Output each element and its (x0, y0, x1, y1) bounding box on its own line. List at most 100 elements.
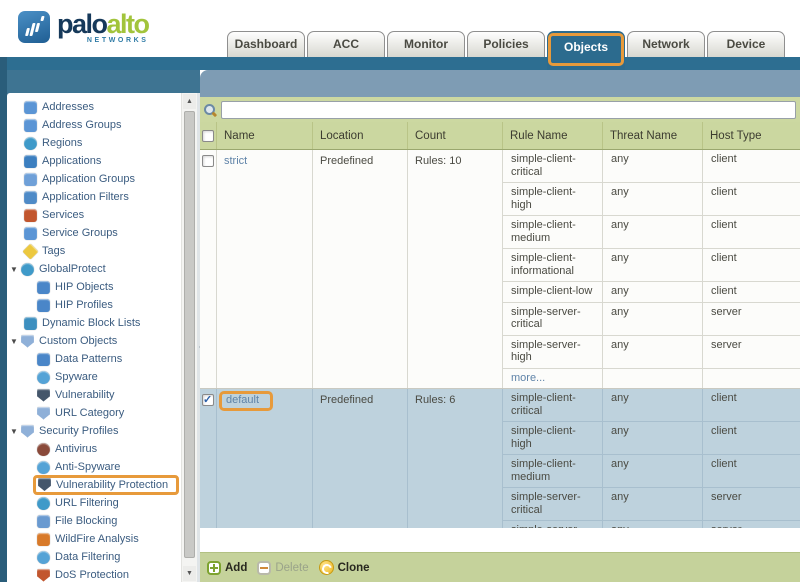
sidebar-item-antivirus[interactable]: Antivirus (7, 440, 181, 458)
sidebar-item-dynamic-block-lists[interactable]: Dynamic Block Lists (7, 314, 181, 332)
sidebar-item-application-filters[interactable]: Application Filters (7, 188, 181, 206)
tree-expander-icon[interactable] (10, 265, 21, 274)
tree-expander-icon[interactable] (10, 427, 21, 436)
sidebar-item-wildfire-analysis[interactable]: WildFire Analysis (7, 530, 181, 548)
sidebar-item-data-patterns[interactable]: Data Patterns (7, 350, 181, 368)
add-button[interactable]: Add (207, 561, 247, 575)
sidebar-item-vulnerability-protection[interactable]: Vulnerability Protection (7, 476, 181, 494)
tab-monitor[interactable]: Monitor (387, 31, 465, 57)
host-type-cell: server (703, 521, 800, 528)
scrollbar-thumb[interactable] (184, 111, 195, 558)
column-header-host-type[interactable]: Host Type (703, 122, 800, 149)
tree-item-label: Custom Objects (39, 335, 117, 347)
profile-name-link[interactable]: strict (224, 155, 247, 167)
host-type-cell: client (703, 150, 800, 182)
tab-dashboard[interactable]: Dashboard (227, 31, 305, 57)
content-panel: Name Location Count Rule Name Threat Nam… (200, 70, 800, 582)
profile-count-cell: Rules: 10 (408, 150, 503, 388)
tree-item-label: GlobalProtect (39, 263, 106, 275)
tree-item-label: WildFire Analysis (55, 533, 139, 545)
sidebar-item-applications[interactable]: Applications (7, 152, 181, 170)
profile-row[interactable]: strict Predefined Rules: 10 simple-clien… (200, 150, 800, 389)
scroll-up-arrow-icon[interactable]: ▲ (183, 94, 196, 109)
profile-name-link[interactable]: default (226, 394, 259, 406)
rule-name-cell: simple-server-high (503, 521, 603, 528)
column-header-rule-name[interactable]: Rule Name (503, 122, 603, 149)
tree-item-label: Spyware (55, 371, 98, 383)
app-body: Addresses Address Groups Regions Applica… (0, 70, 800, 582)
sidebar-item-spyware[interactable]: Spyware (7, 368, 181, 386)
host-type-cell: server (703, 336, 800, 368)
sidebar-item-tags[interactable]: Tags (7, 242, 181, 260)
sidebar-item-custom-objects[interactable]: Custom Objects (7, 332, 181, 350)
row-checkbox[interactable] (202, 155, 214, 167)
threat-name-cell: any (603, 303, 703, 335)
sidebar-item-hip-profiles[interactable]: HIP Profiles (7, 296, 181, 314)
clone-button-label: Clone (338, 562, 370, 574)
profile-row[interactable]: default Predefined Rules: 6 simple-clien… (200, 389, 800, 528)
table-header-row: Name Location Count Rule Name Threat Nam… (200, 122, 800, 150)
select-all-checkbox[interactable] (202, 130, 214, 142)
column-header-name[interactable]: Name (217, 122, 313, 149)
paloalto-logo: paloalto NETWORKS (18, 11, 149, 44)
sidebar-item-vulnerability[interactable]: Vulnerability (7, 386, 181, 404)
rule-name-cell: simple-client-informational (503, 249, 603, 281)
sidebar-item-service-groups[interactable]: Service Groups (7, 224, 181, 242)
threat-name-cell: any (603, 150, 703, 182)
host-type-cell: client (703, 282, 800, 302)
search-input[interactable] (221, 101, 796, 119)
hip-profiles-icon (37, 299, 50, 312)
tab-objects[interactable]: Objects (547, 31, 625, 70)
tab-policies[interactable]: Policies (467, 31, 545, 57)
sidebar-scrollbar[interactable]: ▲ ▼ (181, 93, 197, 582)
sidebar-item-addresses[interactable]: Addresses (7, 98, 181, 116)
sidebar-item-anti-spyware[interactable]: Anti-Spyware (7, 458, 181, 476)
host-type-cell: server (703, 303, 800, 335)
sidebar-item-globalprotect[interactable]: GlobalProtect (7, 260, 181, 278)
rule-row: simple-server-high any server (503, 336, 800, 369)
clone-button[interactable]: Clone (319, 560, 370, 575)
threat-name-cell: any (603, 282, 703, 302)
sidebar-item-dos-protection[interactable]: DoS Protection (7, 566, 181, 582)
row-checkbox[interactable] (202, 394, 214, 406)
sidebar-item-url-filtering[interactable]: URL Filtering (7, 494, 181, 512)
sidebar-item-data-filtering[interactable]: Data Filtering (7, 548, 181, 566)
sidebar-item-address-groups[interactable]: Address Groups (7, 116, 181, 134)
scroll-down-arrow-icon[interactable]: ▼ (183, 566, 196, 581)
tree-item-label: Dynamic Block Lists (42, 317, 140, 329)
sidebar-item-url-category[interactable]: URL Category (7, 404, 181, 422)
tab-network[interactable]: Network (627, 31, 705, 57)
sidebar-item-services[interactable]: Services (7, 206, 181, 224)
tree-item-label: Security Profiles (39, 425, 118, 437)
more-link[interactable]: more... (503, 369, 603, 389)
column-header-location[interactable]: Location (313, 122, 408, 149)
profile-table-body: strict Predefined Rules: 10 simple-clien… (200, 150, 800, 528)
delete-button[interactable]: Delete (257, 561, 308, 575)
addresses-icon (24, 101, 37, 114)
host-type-cell: server (703, 488, 800, 520)
tab-device[interactable]: Device (707, 31, 785, 57)
column-header-threat-name[interactable]: Threat Name (603, 122, 703, 149)
sidebar-item-hip-objects[interactable]: HIP Objects (7, 278, 181, 296)
tree-item-label: Vulnerability (55, 389, 115, 401)
antivirus-icon (37, 443, 50, 456)
rule-list: simple-client-critical any client simple… (503, 150, 800, 388)
column-header-count[interactable]: Count (408, 122, 503, 149)
tree-item-label: Services (42, 209, 84, 221)
tree-item-label: Application Filters (42, 191, 129, 203)
tree-expander-icon[interactable] (10, 337, 21, 346)
delete-button-label: Delete (275, 562, 308, 574)
sidebar-item-regions[interactable]: Regions (7, 134, 181, 152)
tree-item-label: URL Category (55, 407, 124, 419)
tab-acc[interactable]: ACC (307, 31, 385, 57)
file-blocking-icon (37, 515, 50, 528)
sidebar-item-file-blocking[interactable]: File Blocking (7, 512, 181, 530)
rule-name-cell: simple-client-medium (503, 455, 603, 487)
sidebar-item-security-profiles[interactable]: Security Profiles (7, 422, 181, 440)
sidebar-item-application-groups[interactable]: Application Groups (7, 170, 181, 188)
profile-location-cell: Predefined (313, 389, 408, 528)
tree-item-label: URL Filtering (55, 497, 119, 509)
tab-bar: DashboardACCMonitorPoliciesObjectsNetwor… (227, 31, 785, 57)
host-type-cell: client (703, 455, 800, 487)
vulnerability-icon (37, 389, 50, 402)
